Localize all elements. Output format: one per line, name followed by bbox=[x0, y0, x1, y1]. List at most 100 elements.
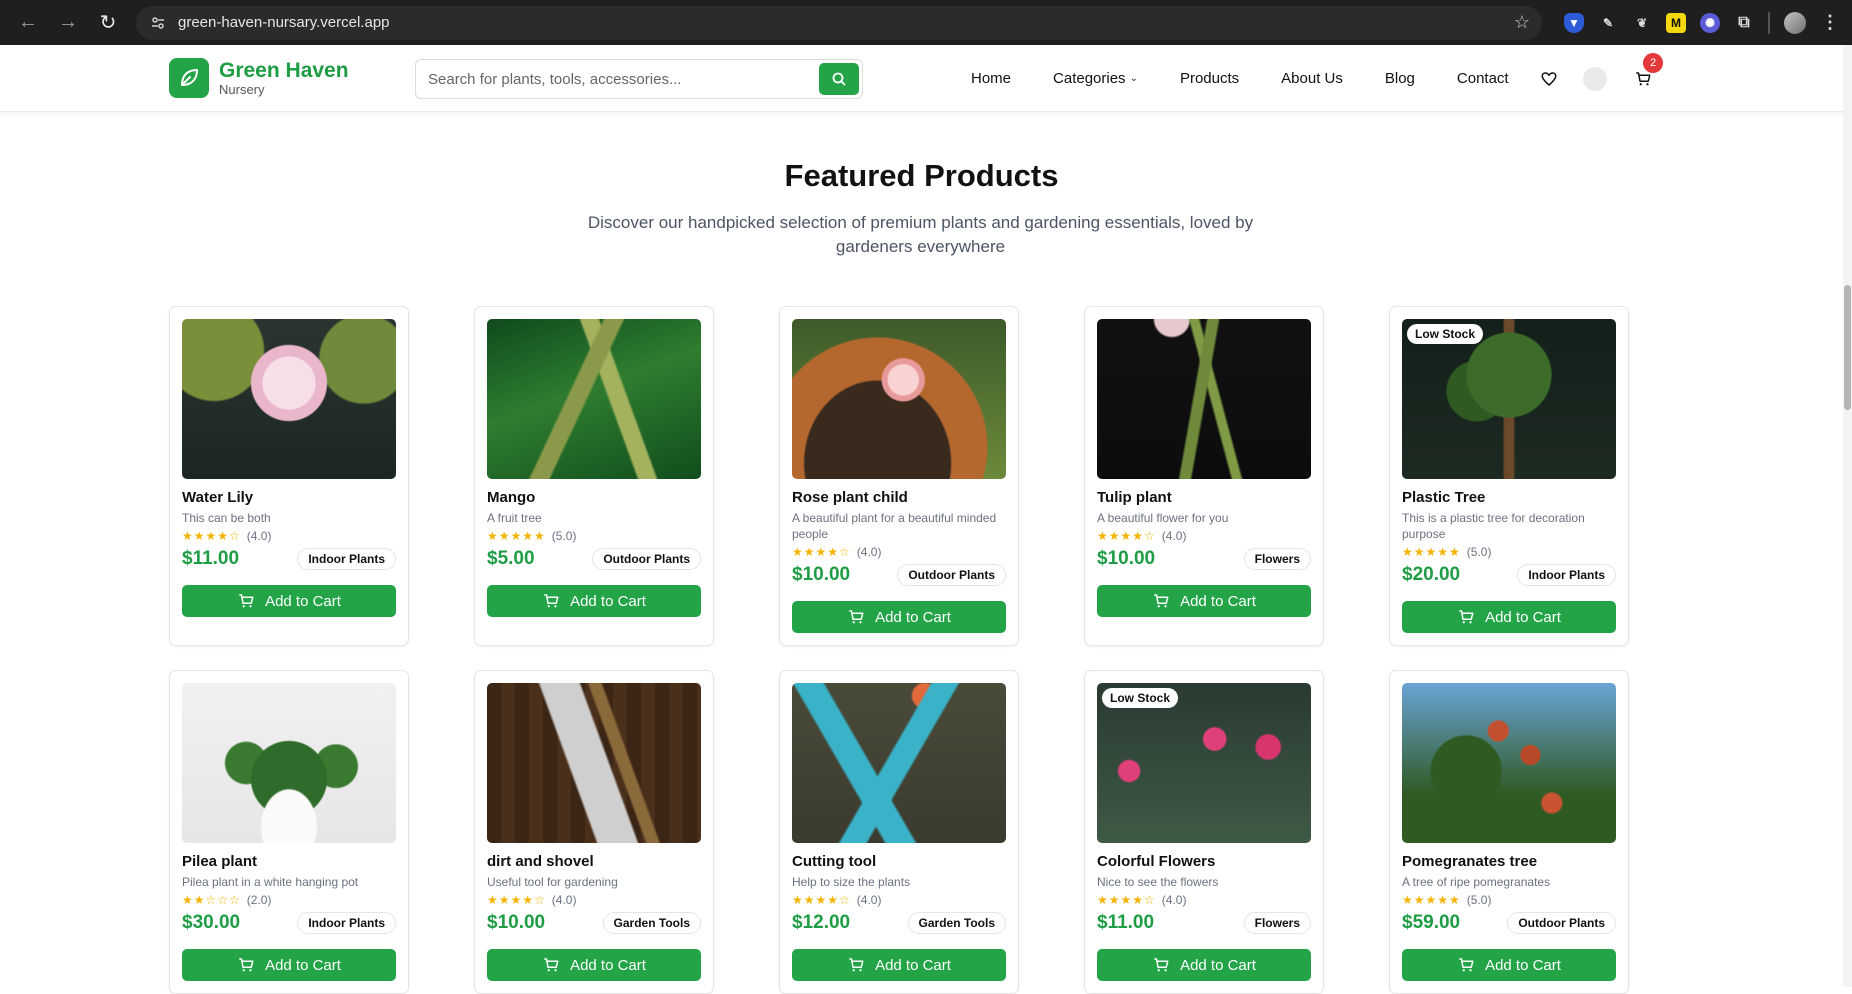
product-card[interactable]: Low Stock Plastic Tree This is a plastic… bbox=[1389, 306, 1629, 646]
product-image[interactable] bbox=[1097, 319, 1311, 479]
price-row: $5.00 Outdoor Plants bbox=[487, 548, 701, 570]
brand-name: Green Haven bbox=[219, 58, 349, 82]
chart-extension-icon[interactable]: M bbox=[1666, 12, 1686, 33]
site-header: Green Haven Nursery Home Categories ⌄ Pr… bbox=[0, 45, 1852, 112]
rating-stars: ★★★★☆ bbox=[792, 893, 851, 907]
product-card[interactable]: Mango A fruit tree ★★★★★ (5.0) $5.00 Outdo… bbox=[474, 306, 714, 646]
reload-icon[interactable]: ↻ bbox=[92, 6, 124, 40]
add-to-cart-button[interactable]: Add to Cart bbox=[792, 949, 1006, 981]
product-card[interactable]: Cutting tool Help to size the plants ★★★… bbox=[779, 670, 1019, 994]
product-price: $10.00 bbox=[487, 912, 546, 933]
add-to-cart-button[interactable]: Add to Cart bbox=[792, 601, 1006, 633]
cart-icon bbox=[1154, 958, 1169, 972]
product-rating: ★★★★☆ (4.0) bbox=[792, 545, 1006, 559]
product-rating: ★★★★★ (5.0) bbox=[1402, 893, 1616, 907]
product-card[interactable]: Rose plant child A beautiful plant for a… bbox=[779, 306, 1019, 646]
search-input[interactable] bbox=[428, 70, 819, 88]
product-card[interactable]: Pomegranates tree A tree of ripe pomegra… bbox=[1389, 670, 1629, 994]
pen-extension-icon[interactable]: ✎ bbox=[1598, 13, 1618, 33]
forward-icon[interactable]: → bbox=[52, 6, 84, 40]
nav-categories[interactable]: Categories ⌄ bbox=[1032, 70, 1159, 87]
product-description: Pilea plant in a white hanging pot bbox=[182, 875, 359, 889]
add-to-cart-label: Add to Cart bbox=[265, 956, 341, 974]
product-name[interactable]: Mango bbox=[487, 489, 701, 506]
category-badge: Garden Tools bbox=[602, 912, 701, 934]
product-image[interactable]: Low Stock bbox=[1097, 683, 1311, 843]
add-to-cart-label: Add to Cart bbox=[570, 592, 646, 610]
rating-stars: ★★★★☆ bbox=[1097, 529, 1156, 543]
leaf-extension-icon[interactable]: ❦ bbox=[1632, 13, 1652, 33]
product-image[interactable] bbox=[182, 319, 396, 479]
add-to-cart-button[interactable]: Add to Cart bbox=[487, 949, 701, 981]
product-name[interactable]: Water Lily bbox=[182, 489, 396, 506]
nav-home[interactable]: Home bbox=[950, 70, 1032, 87]
nav-contact[interactable]: Contact bbox=[1436, 70, 1530, 87]
product-image[interactable] bbox=[487, 683, 701, 843]
back-icon[interactable]: ← bbox=[12, 6, 44, 40]
brand-logo-link[interactable]: Green Haven Nursery bbox=[169, 58, 349, 98]
add-to-cart-button[interactable]: Add to Cart bbox=[1402, 949, 1616, 981]
wishlist-heart-icon[interactable] bbox=[1535, 65, 1563, 93]
product-image[interactable] bbox=[792, 319, 1006, 479]
browser-menu-icon[interactable]: ⋮ bbox=[1820, 12, 1840, 33]
product-card[interactable]: Tulip plant A beautiful flower for you ★… bbox=[1084, 306, 1324, 646]
product-rating: ★★★★★ (5.0) bbox=[1402, 545, 1616, 559]
gear-extension-icon[interactable]: ✺ bbox=[1700, 12, 1720, 33]
product-name[interactable]: Pilea plant bbox=[182, 853, 396, 870]
cart-button[interactable]: 2 bbox=[1629, 52, 1663, 93]
add-to-cart-label: Add to Cart bbox=[1180, 592, 1256, 610]
address-bar[interactable]: green-haven-nursary.vercel.app ☆ bbox=[136, 5, 1542, 40]
cart-icon bbox=[849, 610, 864, 624]
product-name[interactable]: Rose plant child bbox=[792, 489, 1006, 506]
scrollbar-thumb[interactable] bbox=[1844, 285, 1851, 410]
add-to-cart-button[interactable]: Add to Cart bbox=[487, 585, 701, 617]
product-image[interactable] bbox=[1402, 683, 1616, 843]
product-description: Useful tool for gardening bbox=[487, 875, 618, 889]
product-name[interactable]: Tulip plant bbox=[1097, 489, 1311, 506]
add-to-cart-button[interactable]: Add to Cart bbox=[1097, 949, 1311, 981]
product-name[interactable]: Cutting tool bbox=[792, 853, 1006, 870]
product-name[interactable]: Colorful Flowers bbox=[1097, 853, 1311, 870]
product-description: This can be both bbox=[182, 511, 271, 525]
nav-blog[interactable]: Blog bbox=[1364, 70, 1436, 87]
nav-products[interactable]: Products bbox=[1159, 70, 1260, 87]
product-image[interactable]: Low Stock bbox=[1402, 319, 1616, 479]
rating-stars: ★★★★★ bbox=[1402, 545, 1461, 559]
product-rating: ★★★★☆ (4.0) bbox=[487, 893, 701, 907]
rating-stars: ★★★★☆ bbox=[182, 529, 241, 543]
add-to-cart-button[interactable]: Add to Cart bbox=[182, 585, 396, 617]
product-rating: ★★★★☆ (4.0) bbox=[1097, 529, 1311, 543]
shield-extension-icon[interactable]: ▼ bbox=[1564, 12, 1584, 33]
add-to-cart-button[interactable]: Add to Cart bbox=[1097, 585, 1311, 617]
site-settings-icon[interactable] bbox=[148, 13, 168, 33]
product-name[interactable]: Plastic Tree bbox=[1402, 489, 1616, 506]
puzzle-extensions-icon[interactable]: ⧉ bbox=[1734, 13, 1754, 33]
user-avatar[interactable] bbox=[1583, 66, 1607, 91]
product-description: A tree of ripe pomegranates bbox=[1402, 875, 1551, 889]
product-card[interactable]: Pilea plant Pilea plant in a white hangi… bbox=[169, 670, 409, 994]
search-bar bbox=[415, 59, 863, 99]
category-badge: Indoor Plants bbox=[1517, 564, 1616, 586]
profile-avatar-icon[interactable] bbox=[1784, 11, 1806, 34]
product-image[interactable] bbox=[792, 683, 1006, 843]
product-image[interactable] bbox=[487, 319, 701, 479]
main-nav: Home Categories ⌄ Products About Us Blog… bbox=[950, 45, 1530, 112]
product-price: $10.00 bbox=[792, 564, 851, 585]
product-card[interactable]: Water Lily This can be both ★★★★☆ (4.0) $… bbox=[169, 306, 409, 646]
add-to-cart-button[interactable]: Add to Cart bbox=[182, 949, 396, 981]
product-rating: ★★★★☆ (4.0) bbox=[792, 893, 1006, 907]
add-to-cart-button[interactable]: Add to Cart bbox=[1402, 601, 1616, 633]
product-name[interactable]: dirt and shovel bbox=[487, 853, 701, 870]
bookmark-star-icon[interactable]: ☆ bbox=[1514, 12, 1530, 33]
product-name[interactable]: Pomegranates tree bbox=[1402, 853, 1616, 870]
product-card[interactable]: Low Stock Colorful Flowers Nice to see t… bbox=[1084, 670, 1324, 994]
brand-subtitle: Nursery bbox=[219, 81, 265, 97]
product-price: $5.00 bbox=[487, 548, 535, 569]
search-button[interactable] bbox=[819, 63, 859, 95]
page-scrollbar[interactable] bbox=[1843, 45, 1852, 987]
product-image[interactable] bbox=[182, 683, 396, 843]
cart-icon bbox=[1154, 594, 1169, 608]
product-card[interactable]: dirt and shovel Useful tool for gardenin… bbox=[474, 670, 714, 994]
rating-value: (4.0) bbox=[246, 529, 272, 543]
nav-about[interactable]: About Us bbox=[1260, 70, 1364, 87]
